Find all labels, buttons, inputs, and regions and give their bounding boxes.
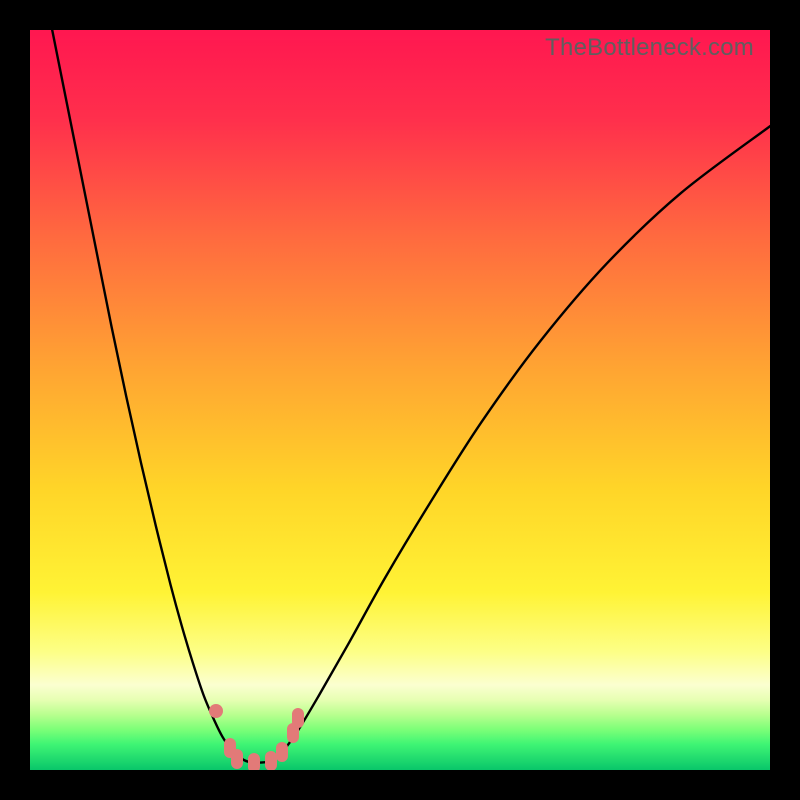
data-marker-7 — [292, 708, 304, 728]
chart-frame: TheBottleneck.com — [0, 0, 800, 800]
curve-layer — [30, 30, 770, 770]
data-marker-2 — [231, 749, 243, 769]
data-marker-5 — [276, 742, 288, 762]
data-marker-3 — [248, 753, 260, 770]
bottleneck-curve — [52, 30, 770, 763]
data-marker-0 — [209, 704, 223, 718]
plot-area: TheBottleneck.com — [30, 30, 770, 770]
